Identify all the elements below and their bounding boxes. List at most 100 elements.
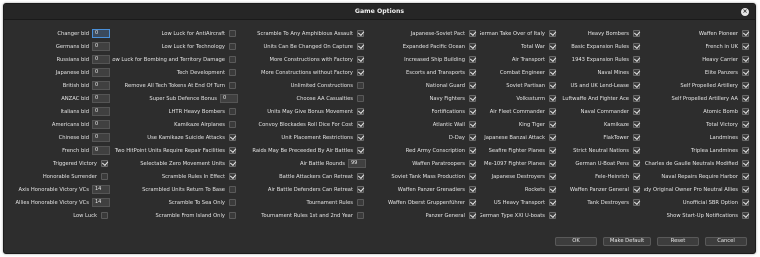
option-checkbox[interactable]: [742, 43, 749, 50]
option-number-input[interactable]: 0: [220, 94, 238, 103]
option-checkbox[interactable]: [357, 95, 364, 102]
option-checkbox[interactable]: [469, 212, 476, 219]
option-checkbox[interactable]: [549, 30, 556, 37]
option-checkbox[interactable]: [633, 43, 640, 50]
make-default-button[interactable]: Make Default: [603, 237, 651, 246]
option-checkbox[interactable]: [357, 212, 364, 219]
option-checkbox[interactable]: [549, 160, 556, 167]
option-checkbox[interactable]: [742, 121, 749, 128]
option-checkbox[interactable]: [469, 160, 476, 167]
option-checkbox[interactable]: [549, 173, 556, 180]
option-checkbox[interactable]: [469, 147, 476, 154]
option-checkbox[interactable]: [357, 134, 364, 141]
option-checkbox[interactable]: [742, 69, 749, 76]
option-checkbox[interactable]: [742, 173, 749, 180]
option-checkbox[interactable]: [469, 82, 476, 89]
option-checkbox[interactable]: [742, 82, 749, 89]
option-checkbox[interactable]: [633, 30, 640, 37]
option-checkbox[interactable]: [633, 134, 640, 141]
option-checkbox[interactable]: [229, 108, 236, 115]
option-checkbox[interactable]: [229, 121, 236, 128]
option-checkbox[interactable]: [633, 69, 640, 76]
option-checkbox[interactable]: [357, 43, 364, 50]
option-number-input[interactable]: 0: [92, 29, 110, 38]
option-checkbox[interactable]: [229, 212, 236, 219]
option-checkbox[interactable]: [229, 186, 236, 193]
option-checkbox[interactable]: [633, 108, 640, 115]
option-checkbox[interactable]: [742, 30, 749, 37]
option-checkbox[interactable]: [549, 69, 556, 76]
option-checkbox[interactable]: [357, 186, 364, 193]
option-checkbox[interactable]: [549, 43, 556, 50]
option-checkbox[interactable]: [229, 30, 236, 37]
option-checkbox[interactable]: [469, 43, 476, 50]
option-checkbox[interactable]: [742, 212, 749, 219]
option-number-input[interactable]: 14: [92, 185, 110, 194]
option-checkbox[interactable]: [549, 212, 556, 219]
option-checkbox[interactable]: [742, 199, 749, 206]
option-checkbox[interactable]: [229, 160, 236, 167]
option-checkbox[interactable]: [357, 108, 364, 115]
option-checkbox[interactable]: [633, 199, 640, 206]
option-checkbox[interactable]: [742, 160, 749, 167]
option-number-input[interactable]: 0: [92, 42, 110, 51]
option-checkbox[interactable]: [633, 160, 640, 167]
option-checkbox[interactable]: [229, 134, 236, 141]
option-checkbox[interactable]: [469, 134, 476, 141]
option-checkbox[interactable]: [549, 95, 556, 102]
option-checkbox[interactable]: [357, 121, 364, 128]
title-bar[interactable]: Game Options ×: [4, 4, 755, 20]
option-checkbox[interactable]: [549, 147, 556, 154]
option-checkbox[interactable]: [549, 186, 556, 193]
option-checkbox[interactable]: [742, 186, 749, 193]
option-number-input[interactable]: 0: [92, 94, 110, 103]
option-checkbox[interactable]: [742, 95, 749, 102]
option-checkbox[interactable]: [549, 134, 556, 141]
option-checkbox[interactable]: [229, 173, 236, 180]
option-checkbox[interactable]: [469, 56, 476, 63]
option-checkbox[interactable]: [357, 82, 364, 89]
option-number-input[interactable]: 0: [92, 120, 110, 129]
option-checkbox[interactable]: [549, 108, 556, 115]
option-number-input[interactable]: 0: [92, 107, 110, 116]
option-checkbox[interactable]: [742, 134, 749, 141]
option-checkbox[interactable]: [549, 82, 556, 89]
option-checkbox[interactable]: [633, 147, 640, 154]
option-checkbox[interactable]: [229, 199, 236, 206]
option-checkbox[interactable]: [229, 82, 236, 89]
option-number-input[interactable]: 0: [92, 81, 110, 90]
option-checkbox[interactable]: [101, 160, 108, 167]
option-checkbox[interactable]: [633, 186, 640, 193]
option-checkbox[interactable]: [549, 56, 556, 63]
option-checkbox[interactable]: [633, 95, 640, 102]
option-checkbox[interactable]: [469, 173, 476, 180]
option-checkbox[interactable]: [229, 56, 236, 63]
option-checkbox[interactable]: [633, 121, 640, 128]
option-checkbox[interactable]: [469, 95, 476, 102]
option-checkbox[interactable]: [469, 199, 476, 206]
close-icon[interactable]: ×: [741, 8, 749, 16]
option-checkbox[interactable]: [229, 147, 236, 154]
reset-button[interactable]: Reset: [657, 237, 699, 246]
option-checkbox[interactable]: [742, 56, 749, 63]
option-checkbox[interactable]: [357, 69, 364, 76]
option-checkbox[interactable]: [633, 56, 640, 63]
option-number-input[interactable]: 0: [92, 68, 110, 77]
option-checkbox[interactable]: [549, 121, 556, 128]
option-number-input[interactable]: 0: [92, 55, 110, 64]
option-checkbox[interactable]: [469, 121, 476, 128]
option-checkbox[interactable]: [357, 56, 364, 63]
option-number-input[interactable]: 99: [348, 159, 366, 168]
option-checkbox[interactable]: [469, 69, 476, 76]
option-checkbox[interactable]: [101, 173, 108, 180]
option-checkbox[interactable]: [229, 43, 236, 50]
option-number-input[interactable]: 0: [92, 146, 110, 155]
option-checkbox[interactable]: [469, 186, 476, 193]
option-number-input[interactable]: 14: [92, 198, 110, 207]
ok-button[interactable]: OK: [555, 237, 597, 246]
option-number-input[interactable]: 0: [92, 133, 110, 142]
option-checkbox[interactable]: [742, 108, 749, 115]
option-checkbox[interactable]: [469, 30, 476, 37]
option-checkbox[interactable]: [101, 212, 108, 219]
option-checkbox[interactable]: [229, 69, 236, 76]
